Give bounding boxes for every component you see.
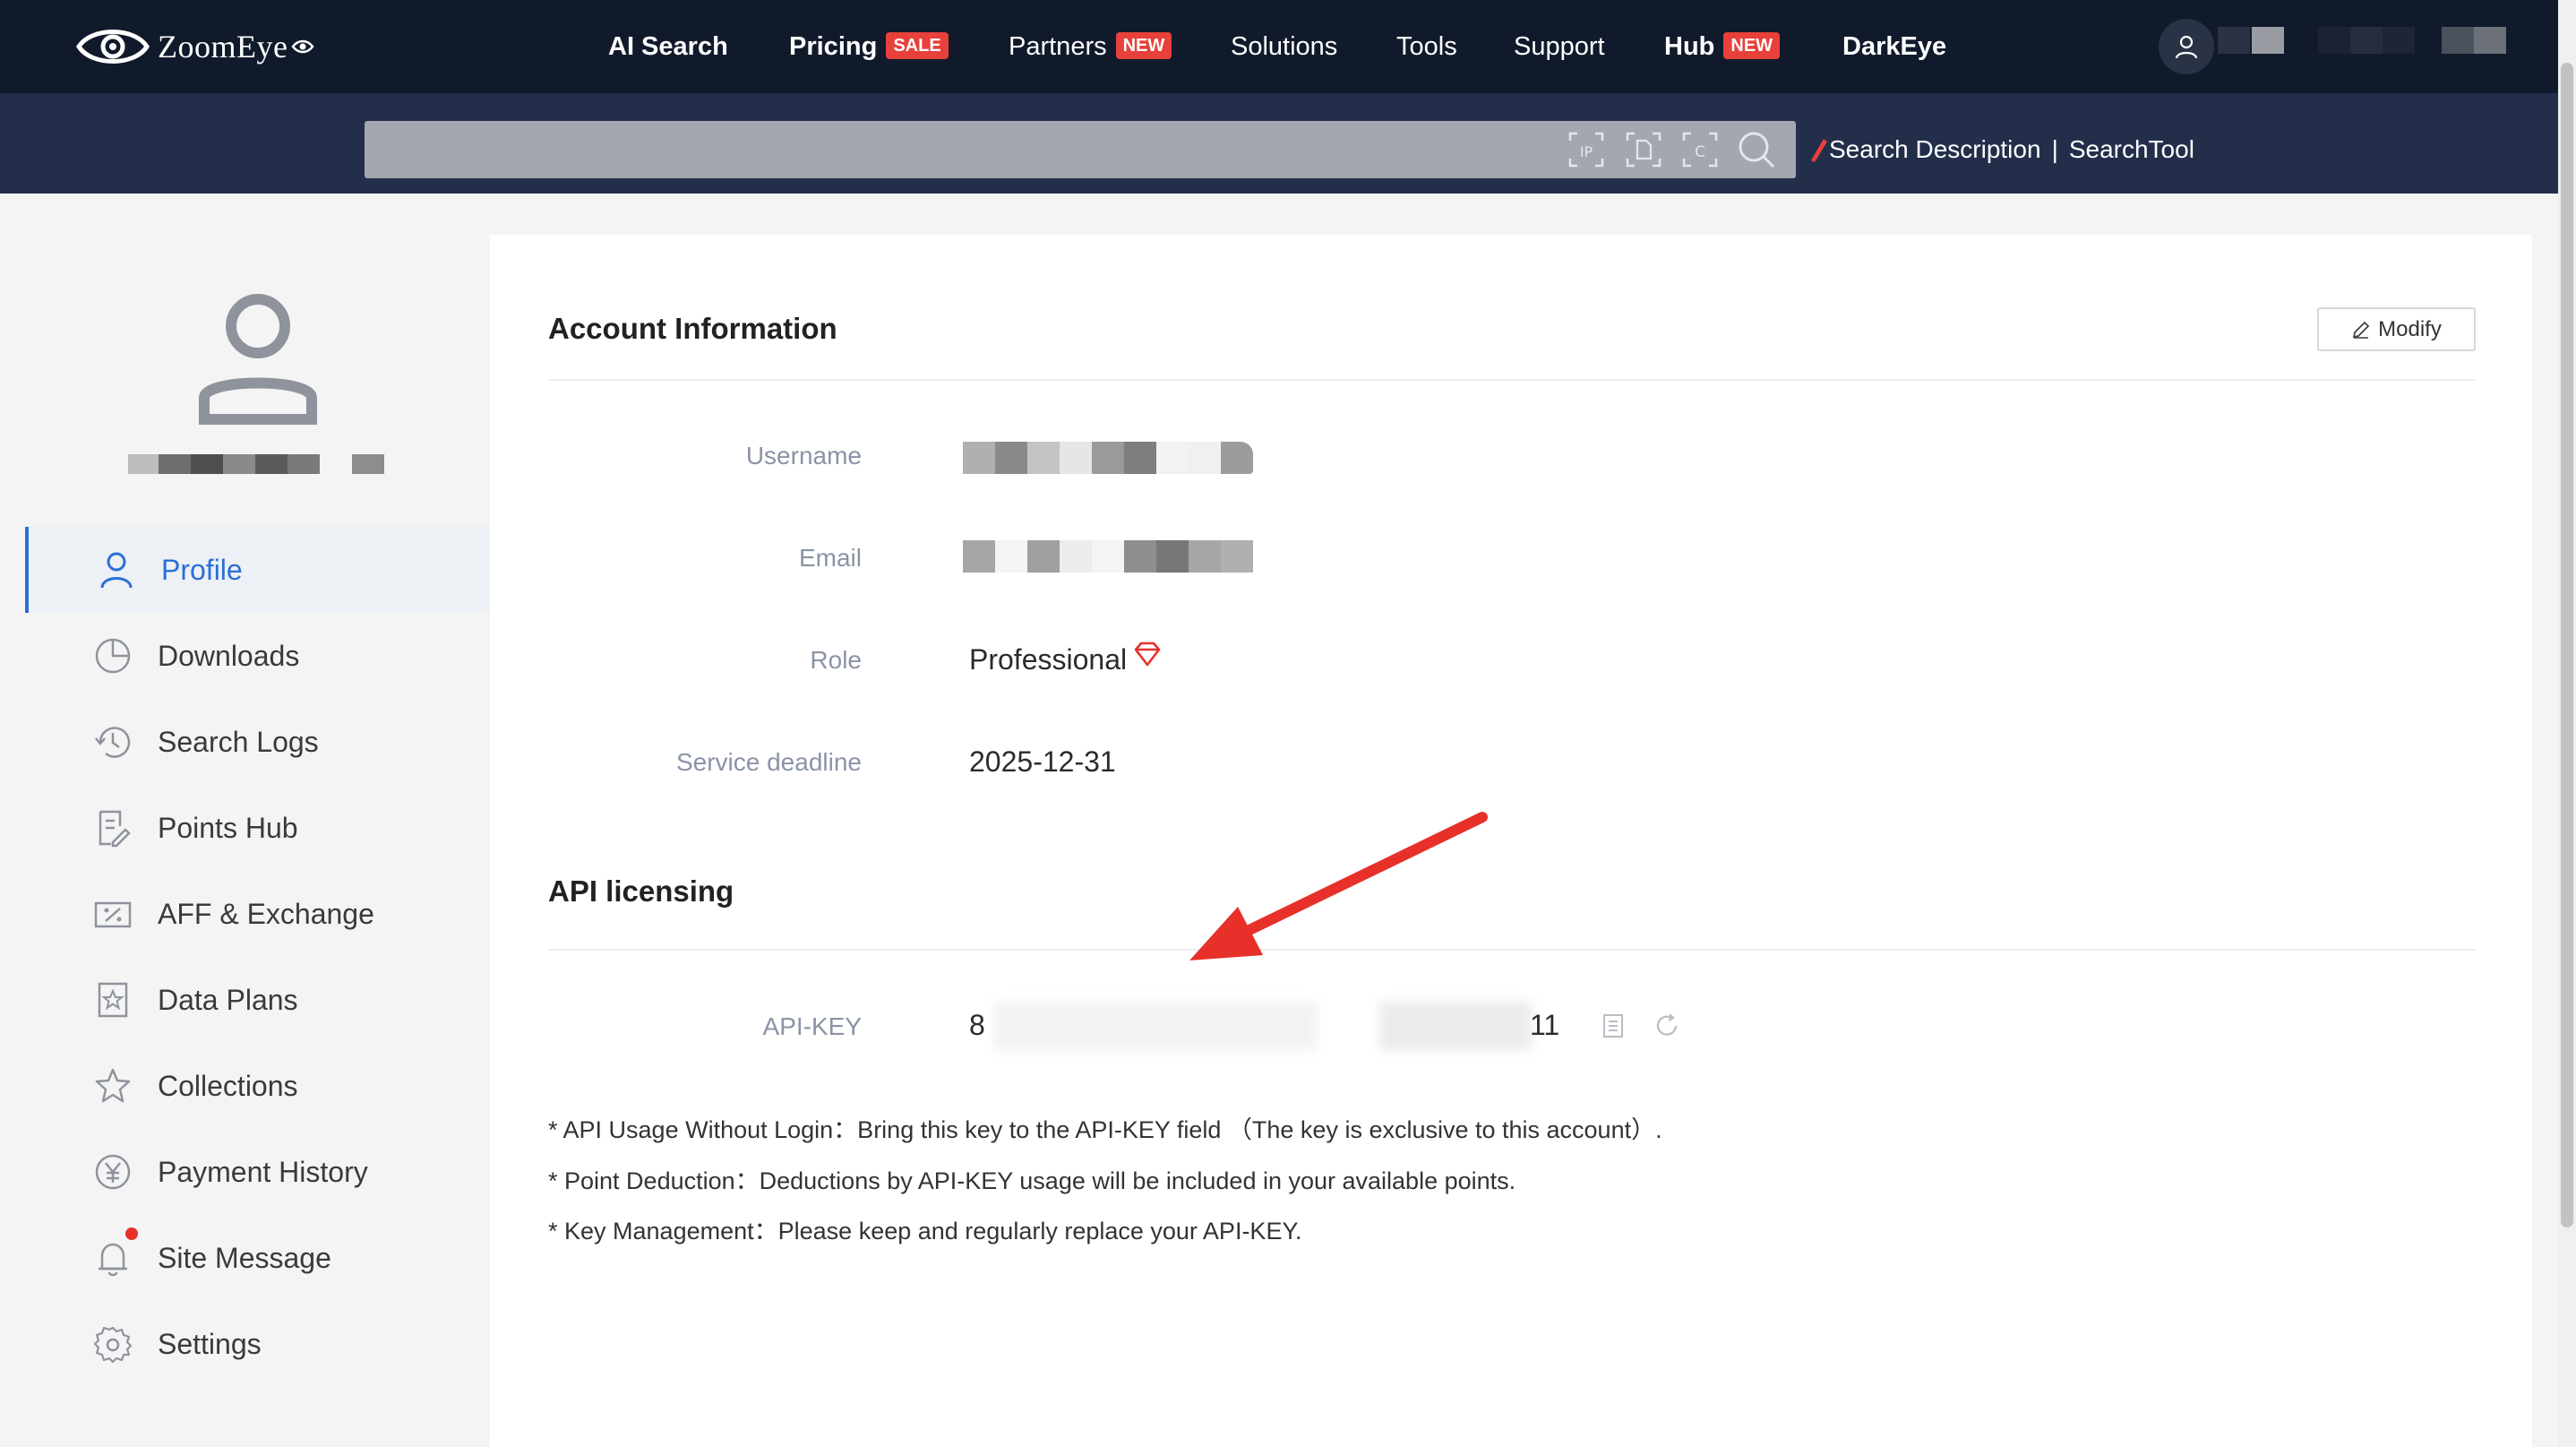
search-tool-link[interactable]: SearchTool xyxy=(2069,135,2194,164)
sidebar-item-label: Settings xyxy=(158,1327,262,1360)
nav-darkeye[interactable]: DarkEye xyxy=(1842,29,1946,65)
history-icon xyxy=(95,727,131,758)
ticket-icon xyxy=(94,901,132,928)
cert-scan-icon[interactable]: C xyxy=(1679,128,1722,171)
bookmark-star-icon xyxy=(98,982,128,1018)
sidebar-item-data-plans[interactable]: Data Plans xyxy=(25,957,490,1043)
nav-tools[interactable]: Tools xyxy=(1396,29,1457,65)
email-label: Email xyxy=(798,544,862,572)
bell-icon xyxy=(99,1243,127,1277)
top-navigation-bar: ZoomEye AI Search Pricing SALE Partners NE… xyxy=(0,0,2576,93)
sidebar-item-label: Search Logs xyxy=(158,725,319,758)
sidebar-item-search-logs[interactable]: Search Logs xyxy=(25,699,490,785)
search-description-link[interactable]: Search Description xyxy=(1829,135,2041,164)
pencil-icon xyxy=(2353,321,2370,339)
nav-pricing[interactable]: Pricing SALE xyxy=(789,29,949,65)
logo-text: ZoomEye xyxy=(158,29,288,65)
sidebar-item-label: Downloads xyxy=(158,639,300,672)
yen-circle-icon xyxy=(95,1154,131,1190)
sidebar-item-label: Profile xyxy=(161,553,243,586)
sidebar-item-label: AFF & Exchange xyxy=(158,897,374,930)
user-icon xyxy=(2175,35,2198,59)
section-divider xyxy=(548,379,2476,381)
sidebar-item-label: Payment History xyxy=(158,1155,368,1188)
sidebar-item-profile[interactable]: Profile xyxy=(25,527,490,613)
edit-document-icon xyxy=(99,810,131,848)
search-icon[interactable] xyxy=(1735,128,1778,171)
key-management-note: * Key Management：Please keep and regular… xyxy=(548,1218,1302,1245)
account-panel xyxy=(490,235,2532,1447)
point-deduction-note: * Point Deduction：Deductions by API-KEY … xyxy=(548,1167,1516,1194)
page-scrollbar-thumb[interactable] xyxy=(2561,63,2573,1227)
service-deadline-value: 2025-12-31 xyxy=(969,745,1116,778)
sidebar-item-label: Site Message xyxy=(158,1241,331,1274)
annotation-arrow-icon xyxy=(1189,812,1488,960)
api-key-prefix: 8 xyxy=(969,1009,985,1041)
sidebar-item-collections[interactable]: Collections xyxy=(25,1043,490,1129)
modify-label: Modify xyxy=(2378,316,2442,341)
new-badge: NEW xyxy=(1115,32,1172,59)
pencil-tag-icon xyxy=(1811,139,1827,162)
copy-icon[interactable] xyxy=(1600,1012,1627,1039)
nav-solutions[interactable]: Solutions xyxy=(1231,29,1337,65)
user-menu-button[interactable] xyxy=(2159,19,2214,74)
sidebar-item-payment-history[interactable]: Payment History xyxy=(25,1129,490,1215)
sidebar-item-downloads[interactable]: Downloads xyxy=(25,613,490,699)
account-information-title: Account Information xyxy=(548,312,837,345)
star-icon xyxy=(95,1068,131,1103)
default-avatar-icon xyxy=(199,294,317,425)
role-value: Professional xyxy=(969,642,1163,676)
sidebar-item-label: Points Hub xyxy=(158,811,298,844)
sidebar-item-aff-exchange[interactable]: AFF & Exchange xyxy=(25,871,490,957)
small-eye-icon xyxy=(291,39,315,54)
modify-button[interactable]: Modify xyxy=(2317,307,2476,351)
api-key-suffix: 11 xyxy=(1530,1009,1560,1041)
sidebar-item-site-message[interactable]: Site Message xyxy=(25,1215,490,1301)
svg-text:IP: IP xyxy=(1580,143,1593,160)
role-text: Professional xyxy=(969,643,1128,676)
gear-icon xyxy=(93,1326,133,1364)
zoomeye-logo[interactable]: ZoomEye xyxy=(75,16,315,77)
user-icon xyxy=(100,552,133,589)
zoomeye-eye-logo-icon xyxy=(76,30,150,64)
api-usage-note: * API Usage Without Login：Bring this key… xyxy=(548,1116,1662,1143)
sidebar-item-settings[interactable]: Settings xyxy=(25,1301,490,1387)
api-key-label: API-KEY xyxy=(762,1012,862,1040)
unread-dot xyxy=(125,1227,138,1240)
domain-scan-icon[interactable] xyxy=(1622,128,1665,171)
nav-partners[interactable]: Partners NEW xyxy=(1009,29,1172,65)
section-divider xyxy=(548,949,2476,951)
new-badge: NEW xyxy=(1723,32,1781,59)
sidebar-item-label: Collections xyxy=(158,1069,298,1102)
nav-support[interactable]: Support xyxy=(1514,29,1605,65)
nav-hub[interactable]: Hub NEW xyxy=(1664,29,1781,65)
service-deadline-label: Service deadline xyxy=(675,748,862,776)
refresh-icon[interactable] xyxy=(1653,1012,1680,1039)
svg-text:C: C xyxy=(1695,143,1705,161)
link-separator: | xyxy=(2051,135,2058,163)
nav-ai-search[interactable]: AI Search xyxy=(608,29,728,65)
avatar xyxy=(197,292,319,429)
username-label: Username xyxy=(745,442,862,469)
ip-scan-icon[interactable]: IP xyxy=(1565,128,1608,171)
sidebar-item-label: Data Plans xyxy=(158,983,298,1016)
api-licensing-title: API licensing xyxy=(548,874,734,908)
diamond-icon xyxy=(1134,642,1161,666)
sale-badge: SALE xyxy=(886,32,949,59)
search-help-links: Search Description | SearchTool xyxy=(1807,128,2194,171)
sidebar-item-points-hub[interactable]: Points Hub xyxy=(25,785,490,871)
pie-chart-icon xyxy=(95,638,131,674)
role-label: Role xyxy=(810,646,862,674)
